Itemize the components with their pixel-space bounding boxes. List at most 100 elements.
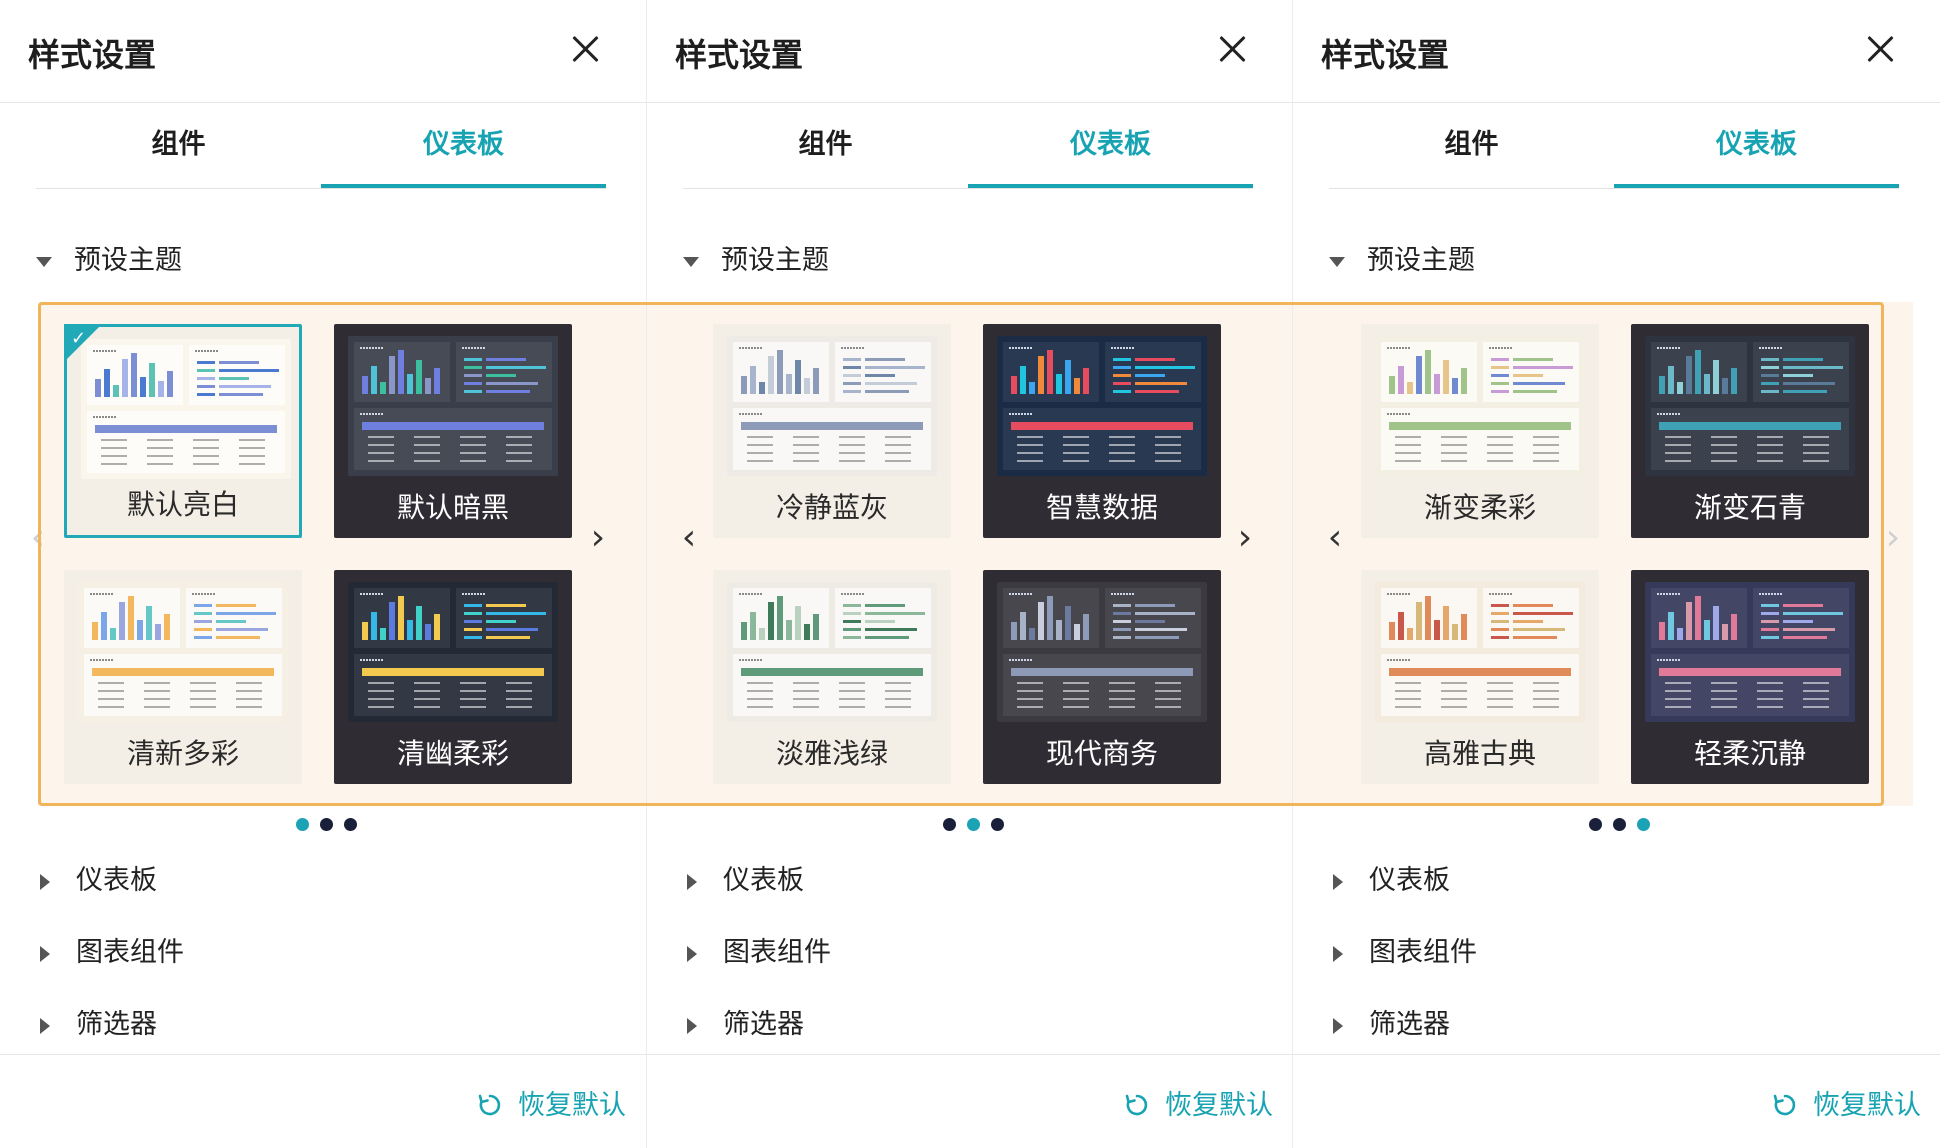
theme-preview-image: [348, 336, 558, 476]
theme-name: 现代商务: [1045, 737, 1158, 770]
panel-header: 样式设置: [647, 0, 1293, 103]
section-dashboard[interactable]: 仪表板: [683, 858, 804, 897]
restore-default-button[interactable]: 恢复默认: [1125, 1083, 1273, 1122]
theme-card[interactable]: 清幽柔彩: [334, 570, 572, 784]
theme-carousel: 默认亮白 ✓ 默认暗黑清新多彩 清幽柔彩: [38, 302, 646, 806]
theme-thumbnail: [81, 339, 291, 479]
section-filter[interactable]: 筛选器: [1329, 1002, 1450, 1041]
close-icon[interactable]: [1217, 34, 1247, 64]
theme-card[interactable]: 智慧数据: [983, 324, 1221, 538]
caret-right-icon: [40, 1017, 50, 1034]
restore-default-button[interactable]: 恢复默认: [1773, 1083, 1921, 1122]
tab-bar: 组件 仪表板: [1329, 108, 1899, 189]
close-icon[interactable]: [570, 34, 600, 64]
preset-theme-section-header[interactable]: 预设主题: [36, 238, 182, 277]
caret-down-icon: [36, 256, 52, 267]
pagination-dot[interactable]: [943, 818, 956, 831]
section-label: 图表组件: [723, 937, 831, 968]
section-dashboard[interactable]: 仪表板: [36, 858, 157, 897]
tab-bar: 组件 仪表板: [683, 108, 1253, 189]
theme-name: 渐变石青: [1693, 491, 1806, 524]
theme-preview-image: [997, 582, 1207, 722]
tab-component[interactable]: 组件: [1329, 108, 1614, 188]
panel-title: 样式设置: [28, 36, 157, 74]
theme-preview-image: [1375, 336, 1585, 476]
theme-preview-image: [727, 336, 937, 476]
chevron-right-icon[interactable]: ›: [1881, 520, 1905, 560]
pagination-dot[interactable]: [1637, 818, 1650, 831]
panel-footer: 恢复默认: [1293, 1054, 1940, 1148]
caret-right-icon: [1333, 1017, 1343, 1034]
theme-name: 高雅古典: [1423, 737, 1536, 770]
carousel-pagination: [943, 818, 1004, 832]
caret-down-icon: [1329, 256, 1345, 267]
section-label: 图表组件: [1369, 937, 1477, 968]
restore-default-label: 恢复默认: [1165, 1090, 1273, 1121]
section-label: 筛选器: [723, 1009, 804, 1040]
tab-component[interactable]: 组件: [36, 108, 321, 188]
chevron-left-icon[interactable]: ‹: [1323, 520, 1347, 560]
theme-thumbnail: [348, 582, 558, 722]
theme-thumbnail: [78, 582, 288, 722]
section-dashboard[interactable]: 仪表板: [1329, 858, 1450, 897]
theme-card[interactable]: 轻柔沉静: [1631, 570, 1869, 784]
theme-preview-image: [727, 582, 937, 722]
style-settings-panel-1: 样式设置 组件 仪表板 预设主题 默认亮白 ✓ 默认暗黑 清新多彩 清幽柔彩 ‹ › 仪表板 图表组件筛…: [0, 0, 646, 1148]
section-label: 图表组件: [76, 937, 184, 968]
pagination-dot[interactable]: [967, 818, 980, 831]
section-label: 仪表板: [723, 865, 804, 896]
theme-card[interactable]: 冷静蓝灰: [713, 324, 951, 538]
section-chart-component[interactable]: 图表组件: [36, 930, 184, 969]
theme-name: 默认暗黑: [396, 491, 509, 524]
theme-card[interactable]: 默认亮白 ✓: [64, 324, 302, 538]
theme-name: 清幽柔彩: [396, 737, 509, 770]
theme-thumbnail: [348, 336, 558, 476]
tab-dashboard[interactable]: 仪表板: [321, 108, 606, 188]
caret-right-icon: [687, 945, 697, 962]
preset-theme-section-header[interactable]: 预设主题: [1329, 238, 1475, 277]
preset-theme-label: 预设主题: [74, 245, 182, 276]
section-filter[interactable]: 筛选器: [683, 1002, 804, 1041]
section-chart-component[interactable]: 图表组件: [1329, 930, 1477, 969]
pagination-dot[interactable]: [320, 818, 333, 831]
pagination-dot[interactable]: [991, 818, 1004, 831]
carousel-pagination: [1589, 818, 1650, 832]
close-icon[interactable]: [1865, 34, 1895, 64]
theme-card[interactable]: 清新多彩: [64, 570, 302, 784]
theme-card[interactable]: 渐变柔彩: [1361, 324, 1599, 538]
pagination-dot[interactable]: [1613, 818, 1626, 831]
restore-default-label: 恢复默认: [518, 1090, 626, 1121]
theme-card[interactable]: 淡雅浅绿: [713, 570, 951, 784]
tab-dashboard[interactable]: 仪表板: [968, 108, 1253, 188]
style-settings-panel-2: 样式设置 组件 仪表板 预设主题 冷静蓝灰 智慧数据 淡雅浅绿 现代商务 ‹ › 仪表板 图表组件 筛选…: [646, 0, 1293, 1148]
pagination-dot[interactable]: [344, 818, 357, 831]
theme-card[interactable]: 渐变石青: [1631, 324, 1869, 538]
caret-down-icon: [683, 256, 699, 267]
chevron-left-icon[interactable]: ‹: [26, 520, 50, 560]
theme-preview-image: [78, 582, 288, 722]
theme-card[interactable]: 现代商务: [983, 570, 1221, 784]
section-chart-component[interactable]: 图表组件: [683, 930, 831, 969]
caret-right-icon: [687, 1017, 697, 1034]
tab-component[interactable]: 组件: [683, 108, 968, 188]
theme-thumbnail: [997, 336, 1207, 476]
tab-dashboard[interactable]: 仪表板: [1614, 108, 1899, 188]
carousel-pagination: [296, 818, 357, 832]
theme-thumbnail: [727, 582, 937, 722]
theme-thumbnail: [1375, 582, 1585, 722]
restore-default-button[interactable]: 恢复默认: [478, 1083, 626, 1122]
theme-card[interactable]: 高雅古典: [1361, 570, 1599, 784]
chevron-right-icon[interactable]: ›: [586, 520, 610, 560]
pagination-dot[interactable]: [296, 818, 309, 831]
pagination-dot[interactable]: [1589, 818, 1602, 831]
chevron-right-icon[interactable]: ›: [1233, 520, 1257, 560]
theme-carousel: 冷静蓝灰 智慧数据 淡雅浅绿 现代商务: [647, 302, 1293, 806]
preset-theme-section-header[interactable]: 预设主题: [683, 238, 829, 277]
chevron-left-icon[interactable]: ‹: [677, 520, 701, 560]
preset-theme-label: 预设主题: [1367, 245, 1475, 276]
theme-thumbnail: [1375, 336, 1585, 476]
theme-preview-image: [1645, 582, 1855, 722]
section-label: 筛选器: [76, 1009, 157, 1040]
theme-card[interactable]: 默认暗黑: [334, 324, 572, 538]
section-filter[interactable]: 筛选器: [36, 1002, 157, 1041]
